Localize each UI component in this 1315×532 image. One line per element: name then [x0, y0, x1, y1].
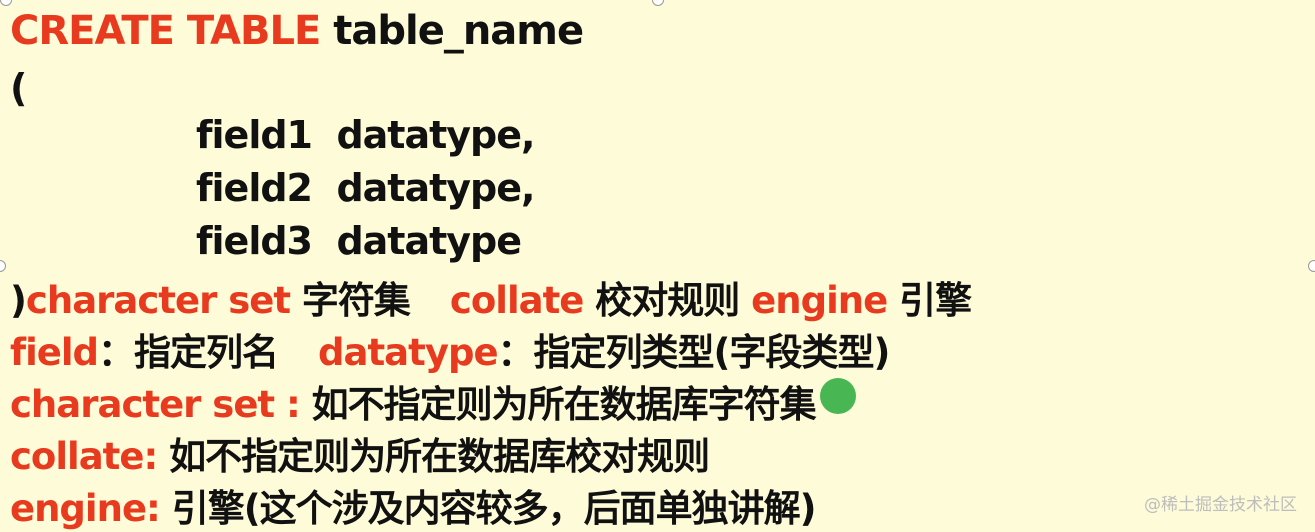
resize-handle-right[interactable]: [1308, 260, 1315, 272]
watermark: @稀土掘金技术社区: [1144, 495, 1297, 515]
resize-handle-top-left[interactable]: [0, 0, 12, 6]
charset-note-desc: 如不指定则为所在数据库字符集: [311, 383, 817, 426]
create-table-line: CREATE TABLE table_name: [10, 8, 584, 54]
charset-keyword: character set: [25, 279, 291, 322]
charset-note-keyword: character set :: [10, 383, 312, 426]
engine-note: engine: 引擎(这个涉及内容较多，后面单独讲解): [10, 478, 817, 532]
engine-keyword: engine: [751, 279, 888, 322]
field1-line: field1 datatype,: [196, 113, 535, 157]
collate-note-desc: 如不指定则为所在数据库校对规则: [169, 435, 710, 478]
resize-handle-left[interactable]: [0, 260, 6, 272]
create-table-keyword: CREATE TABLE: [10, 8, 321, 54]
engine-note-desc: 引擎(这个涉及内容较多，后面单独讲解): [171, 487, 817, 530]
open-paren-line: (: [10, 66, 27, 110]
engine-desc: 引擎: [887, 279, 972, 322]
engine-note-keyword: engine:: [10, 487, 172, 530]
collate-note-keyword: collate:: [10, 435, 170, 478]
resize-handle-top[interactable]: [652, 0, 664, 6]
charset-note: character set : 如不指定则为所在数据库字符集: [10, 374, 817, 428]
table-options-line: )character set 字符集 collate 校对规则 engine 引擎: [10, 270, 972, 324]
datatype-desc: ：指定列类型(字段类型): [497, 331, 891, 374]
field3-line: field3 datatype: [196, 219, 522, 263]
field-datatype-note: field：指定列名 datatype：指定列类型(字段类型): [10, 322, 891, 376]
datatype-keyword: datatype: [318, 331, 498, 374]
collate-note: collate: 如不指定则为所在数据库校对规则: [10, 426, 710, 480]
collate-desc: 校对规则: [583, 279, 752, 322]
field-desc: ：指定列名: [98, 331, 279, 374]
pointer-highlight-icon: [820, 378, 856, 414]
collate-keyword: collate: [449, 279, 584, 322]
field-keyword: field: [10, 331, 99, 374]
table-name-text: table_name: [320, 8, 584, 54]
close-paren: ): [10, 279, 27, 322]
field2-line: field2 datatype,: [196, 166, 535, 210]
charset-desc: 字符集: [290, 279, 411, 322]
